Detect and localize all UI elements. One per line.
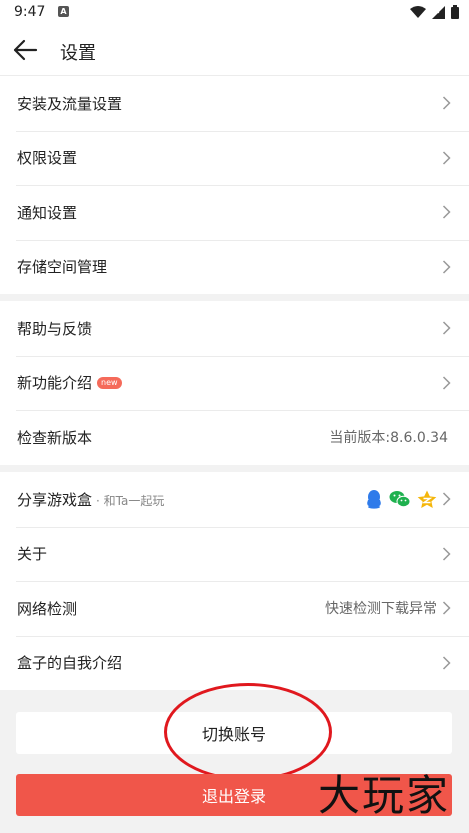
row-label: 分享游戏盒 · 和Ta一起玩 — [17, 489, 164, 510]
row-sublabel: · 和Ta一起玩 — [96, 493, 165, 508]
share-icons — [365, 489, 437, 509]
version-value: 当前版本:8.6.0.34 — [329, 430, 448, 447]
row-label-text: 新功能介绍 — [17, 374, 93, 393]
row-label: 权限设置 — [17, 149, 78, 168]
row-permissions[interactable]: 权限设置 — [0, 130, 469, 186]
chevron-right-icon — [442, 321, 451, 335]
row-label: 安装及流量设置 — [17, 94, 123, 113]
row-label: 检查新版本 — [17, 428, 93, 447]
row-label: 新功能介绍 new — [17, 372, 122, 393]
qzone-icon[interactable] — [417, 490, 437, 509]
header: 设置 — [0, 26, 469, 76]
switch-account-button[interactable]: 切换账号 — [16, 712, 452, 754]
row-label: 关于 — [17, 545, 48, 564]
watermark-logo: 大玩家 — [318, 771, 451, 820]
settings-group-1: 安装及流量设置 权限设置 通知设置 存储空间管理 — [0, 76, 469, 294]
qq-icon[interactable] — [365, 489, 383, 509]
row-share-gamebox[interactable]: 分享游戏盒 · 和Ta一起玩 — [0, 472, 469, 527]
network-check-value: 快速检测下载异常 — [325, 601, 437, 618]
row-label: 帮助与反馈 — [17, 319, 93, 338]
row-storage[interactable]: 存储空间管理 — [0, 239, 469, 295]
row-label-text: 分享游戏盒 — [17, 490, 93, 509]
row-label: 盒子的自我介绍 — [17, 654, 123, 673]
status-time: 9:47 — [14, 4, 46, 20]
row-about[interactable]: 关于 — [0, 526, 469, 582]
wifi-icon — [410, 5, 426, 18]
row-label: 网络检测 — [17, 599, 78, 618]
row-network-check[interactable]: 网络检测 快速检测下载异常 — [0, 581, 469, 636]
signal-icon — [432, 5, 445, 19]
row-new-features[interactable]: 新功能介绍 new — [0, 355, 469, 411]
row-help-feedback[interactable]: 帮助与反馈 — [0, 301, 469, 356]
chevron-right-icon — [442, 376, 451, 390]
status-bar: 9:47 A — [0, 0, 469, 26]
back-button[interactable] — [12, 38, 40, 64]
page-title: 设置 — [60, 43, 96, 64]
chevron-right-icon — [442, 492, 451, 506]
chevron-right-icon — [442, 151, 451, 165]
row-notifications[interactable]: 通知设置 — [0, 185, 469, 240]
settings-group-3: 分享游戏盒 · 和Ta一起玩 关于 网络检测 快速检测下载异常 盒子的自我介绍 — [0, 472, 469, 690]
notification-a-icon: A — [58, 6, 69, 17]
chevron-right-icon — [442, 601, 451, 615]
wechat-icon[interactable] — [389, 490, 411, 508]
settings-group-2: 帮助与反馈 新功能介绍 new 检查新版本 当前版本:8.6.0.34 — [0, 301, 469, 465]
row-check-version[interactable]: 检查新版本 当前版本:8.6.0.34 — [0, 410, 469, 465]
new-badge: new — [97, 377, 122, 390]
status-icons — [410, 5, 459, 19]
row-label: 通知设置 — [17, 203, 78, 222]
arrow-left-icon — [13, 39, 38, 61]
chevron-right-icon — [442, 260, 451, 274]
chevron-right-icon — [442, 96, 451, 110]
row-box-intro[interactable]: 盒子的自我介绍 — [0, 635, 469, 691]
chevron-right-icon — [442, 547, 451, 561]
row-install-traffic[interactable]: 安装及流量设置 — [0, 76, 469, 131]
battery-icon — [451, 5, 459, 19]
chevron-right-icon — [442, 656, 451, 670]
chevron-right-icon — [442, 205, 451, 219]
row-label: 存储空间管理 — [17, 258, 108, 277]
